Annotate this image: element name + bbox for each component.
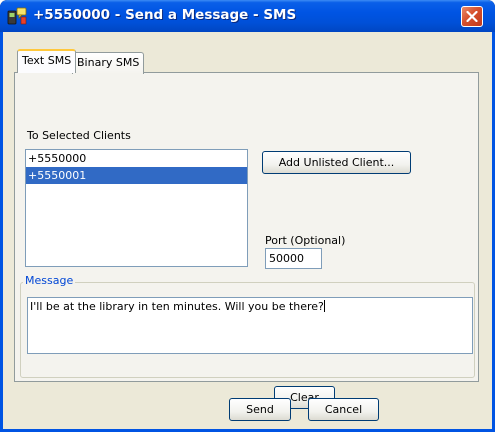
add-unlisted-client-button[interactable]: Add Unlisted Client... <box>262 151 411 174</box>
port-label: Port (Optional) <box>265 234 346 247</box>
tab-label: Text SMS <box>22 54 72 67</box>
send-message-window: +5550000 - Send a Message - SMS Text SMS… <box>0 0 495 432</box>
message-text: I'll be at the library in ten minutes. W… <box>30 300 324 313</box>
tab-text-sms[interactable]: Text SMS <box>17 49 77 73</box>
tab-binary-sms[interactable]: Binary SMS <box>72 52 145 74</box>
message-legend: Message <box>23 274 76 287</box>
list-item-selected[interactable]: +5550001 <box>26 167 247 184</box>
recipients-list[interactable]: +5550000 +5550001 <box>25 149 248 267</box>
close-icon <box>466 11 478 22</box>
text-sms-panel: To Selected Clients +5550000 +5550001 Ad… <box>14 72 479 409</box>
close-button[interactable] <box>461 6 483 27</box>
title-bar[interactable]: +5550000 - Send a Message - SMS <box>0 0 495 32</box>
phone-sms-icon <box>7 7 27 25</box>
window-title: +5550000 - Send a Message - SMS <box>33 7 297 23</box>
tab-label: Binary SMS <box>77 56 140 69</box>
cancel-button[interactable]: Cancel <box>308 398 379 421</box>
send-button[interactable]: Send <box>229 398 291 421</box>
message-textarea[interactable]: I'll be at the library in ten minutes. W… <box>27 297 473 354</box>
recipients-label: To Selected Clients <box>27 129 131 142</box>
dialog-body: Text SMS Binary SMS To Selected Clients … <box>3 32 492 429</box>
list-item[interactable]: +5550000 <box>26 150 247 167</box>
text-caret <box>323 300 325 312</box>
port-input[interactable]: 50000 <box>265 248 322 269</box>
